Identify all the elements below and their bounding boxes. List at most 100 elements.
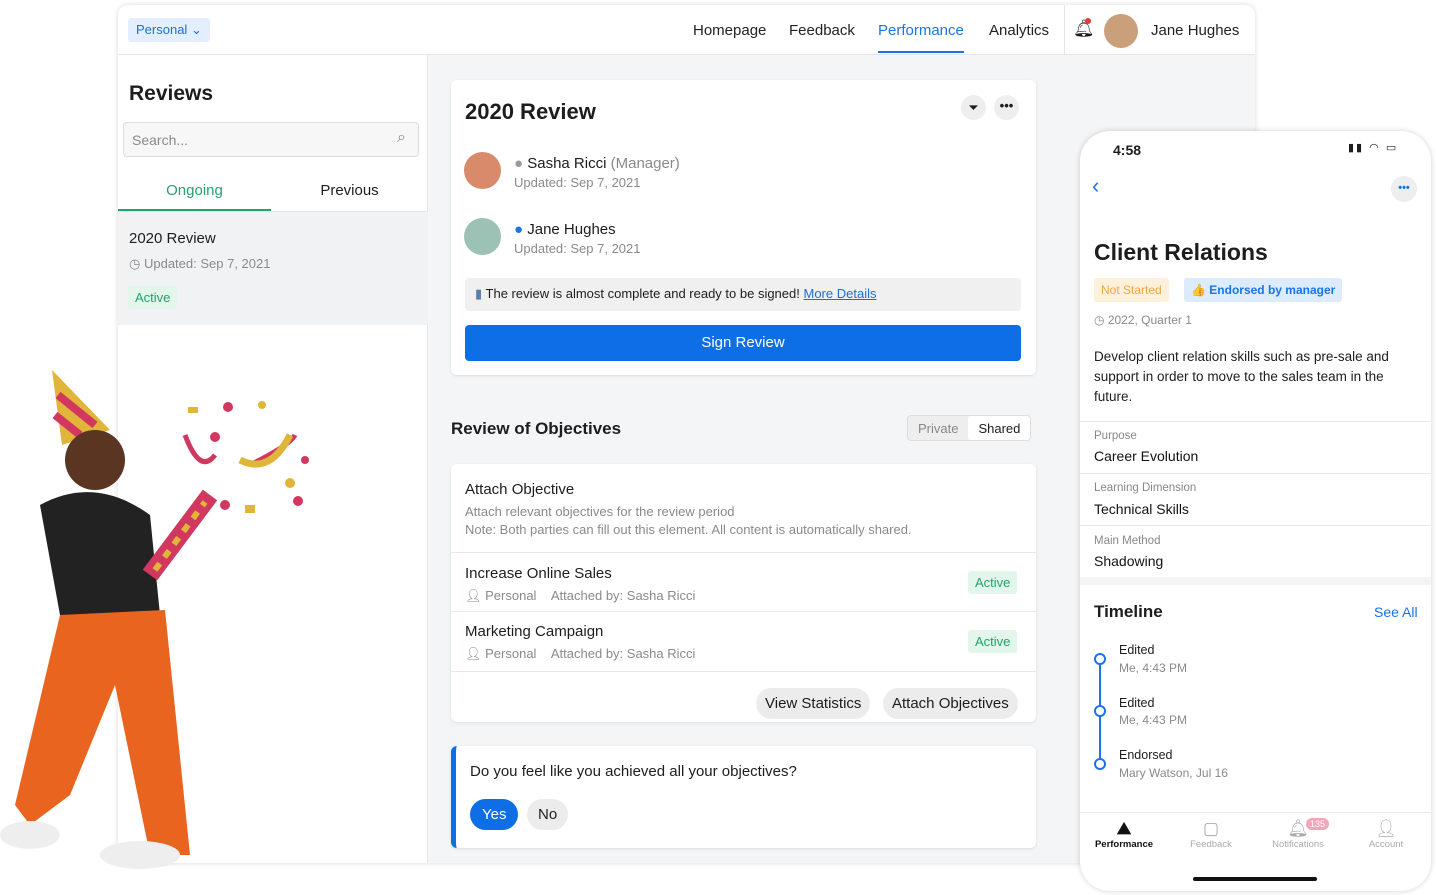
notification-dot xyxy=(1085,18,1091,24)
timeline-meta: Me, 4:43 PM xyxy=(1119,713,1188,727)
person-name: Sasha Ricci xyxy=(527,155,607,172)
question-text: Do you feel like you achieved all your o… xyxy=(470,763,797,780)
timeline-event: Edited xyxy=(1119,696,1155,710)
field-label: Learning Dimension xyxy=(1094,482,1197,494)
tab-label: Feedback xyxy=(1190,839,1232,850)
thumbs-up-icon: 👍 xyxy=(1191,283,1210,297)
nav-performance[interactable]: Performance xyxy=(878,22,964,53)
tab-ongoing[interactable]: Ongoing xyxy=(118,182,271,199)
info-icon: ▮ xyxy=(475,286,486,301)
notification-count-badge: 135 xyxy=(1306,818,1330,830)
chat-icon: ▢ xyxy=(1202,819,1220,838)
period: 2022, Quarter 1 xyxy=(1107,313,1192,327)
nav-feedback[interactable]: Feedback xyxy=(789,22,855,39)
status-dot: ● xyxy=(514,221,528,238)
avatar[interactable] xyxy=(1104,14,1138,48)
field-value: Technical Skills xyxy=(1094,501,1189,517)
attach-objectives-button[interactable]: Attach Objectives xyxy=(883,688,1018,719)
tab-previous[interactable]: Previous xyxy=(271,182,428,199)
attach-note: Note: Both parties can fill out this ele… xyxy=(465,522,912,537)
more-icon[interactable]: ••• xyxy=(1391,176,1417,202)
status-dot: ● xyxy=(514,155,528,172)
attach-desc: Attach relevant objectives for the revie… xyxy=(465,504,735,519)
clock-icon: ◷ xyxy=(1094,313,1108,327)
yes-button[interactable]: Yes xyxy=(470,799,519,830)
filter-icon[interactable]: ⏷ xyxy=(961,95,986,120)
tab-label: Performance xyxy=(1094,839,1154,850)
nav-analytics[interactable]: Analytics xyxy=(989,22,1049,39)
sign-review-button[interactable]: Sign Review xyxy=(465,325,1021,361)
objective-attached-by: Attached by: Sasha Ricci xyxy=(550,588,696,603)
goal-title: Client Relations xyxy=(1094,239,1268,265)
visibility-toggle: Private Shared xyxy=(907,415,1032,441)
workspace-label: Personal xyxy=(136,22,188,37)
person-updated: Updated: Sep 7, 2021 xyxy=(514,241,641,256)
objective-row[interactable]: Marketing Campaign 👤︎ Personal Attached … xyxy=(451,612,1036,670)
objectives-card: Attach Objective Attach relevant objecti… xyxy=(451,464,1036,722)
divider xyxy=(1064,5,1065,55)
top-nav: Personal ⌄ Homepage Feedback Performance… xyxy=(118,5,1255,55)
endorsed-badge: Endorsed by manager xyxy=(1209,283,1336,297)
timeline-title: Timeline xyxy=(1094,602,1163,621)
tab-label: Account xyxy=(1368,839,1404,850)
status-badge: Active xyxy=(128,286,178,309)
person-role: (Manager) xyxy=(610,155,680,172)
more-details-link[interactable]: More Details xyxy=(804,286,877,301)
timeline-event: Edited xyxy=(1119,643,1155,657)
home-indicator xyxy=(1193,877,1317,881)
bell-icon[interactable]: 🔔︎ xyxy=(1073,19,1095,39)
objective-attached-by: Attached by: Sasha Ricci xyxy=(550,646,696,661)
objective-title: Increase Online Sales xyxy=(465,565,612,582)
workspace-dropdown[interactable]: Personal ⌄ xyxy=(128,18,210,42)
back-icon[interactable]: ‹ xyxy=(1092,173,1099,199)
review-list-item[interactable]: 2020 Review ◷ Updated: Sep 7, 2021 Activ… xyxy=(118,211,428,325)
notice-text: The review is almost complete and ready … xyxy=(485,286,800,301)
view-statistics-button[interactable]: View Statistics xyxy=(756,688,871,719)
user-name[interactable]: Jane Hughes xyxy=(1151,22,1239,39)
person-updated: Updated: Sep 7, 2021 xyxy=(514,175,641,190)
search-icon: ⌕ xyxy=(397,129,406,146)
sidebar-title: Reviews xyxy=(129,82,214,105)
account-icon: 👤︎ xyxy=(1375,819,1397,838)
objective-type: Personal xyxy=(485,588,537,603)
timeline-node xyxy=(1094,705,1106,717)
mobile-phone: 4:58 ▮▮ ◠ ▭ ‹ ••• Client Relations Not S… xyxy=(1080,131,1431,891)
more-icon[interactable]: ••• xyxy=(994,95,1019,120)
field-value: Shadowing xyxy=(1094,553,1164,569)
avatar xyxy=(464,218,501,255)
toggle-private[interactable]: Private xyxy=(908,416,968,440)
field-label: Purpose xyxy=(1094,430,1137,442)
review-card: 2020 Review ⏷ ••• ● Sasha Ricci (Manager… xyxy=(451,80,1036,375)
tab-account[interactable]: 👤︎ Account xyxy=(1346,819,1426,850)
search-placeholder: Search... xyxy=(132,132,189,148)
tab-label: Notifications xyxy=(1272,839,1324,850)
tab-performance[interactable]: ⛰︎ Performance xyxy=(1084,819,1164,850)
objectives-title: Review of Objectives xyxy=(451,419,622,438)
field-value: Career Evolution xyxy=(1094,448,1199,464)
toggle-shared[interactable]: Shared xyxy=(968,416,1031,440)
chevron-down-icon: ⌄ xyxy=(190,22,202,37)
status-time: 4:58 xyxy=(1113,142,1142,158)
no-button[interactable]: No xyxy=(527,799,569,830)
celebration-illustration xyxy=(0,370,309,869)
objective-row[interactable]: Increase Online Sales 👤︎ Personal Attach… xyxy=(451,553,1036,611)
see-all-link[interactable]: See All xyxy=(1374,604,1418,620)
status-badge: Active xyxy=(968,630,1018,653)
timeline-meta: Mary Watson, Jul 16 xyxy=(1119,766,1228,780)
status-badge: Active xyxy=(968,571,1018,594)
item-title: 2020 Review xyxy=(129,230,216,247)
person-icon: 👤︎ xyxy=(465,646,486,661)
clock-icon: ◷ xyxy=(129,256,144,271)
nav-homepage[interactable]: Homepage xyxy=(693,22,766,39)
tab-feedback[interactable]: ▢ Feedback xyxy=(1171,819,1251,850)
person-name: Jane Hughes xyxy=(527,221,616,238)
timeline-node xyxy=(1094,758,1106,770)
question-card: Do you feel like you achieved all your o… xyxy=(451,746,1036,848)
review-title: 2020 Review xyxy=(465,99,596,124)
person-icon: 👤︎ xyxy=(465,588,486,603)
search-input[interactable]: Search... ⌕ xyxy=(123,122,419,157)
objective-title: Marketing Campaign xyxy=(465,623,604,640)
timeline-event: Endorsed xyxy=(1119,748,1173,762)
attach-title: Attach Objective xyxy=(465,481,575,498)
field-label: Main Method xyxy=(1094,535,1161,547)
